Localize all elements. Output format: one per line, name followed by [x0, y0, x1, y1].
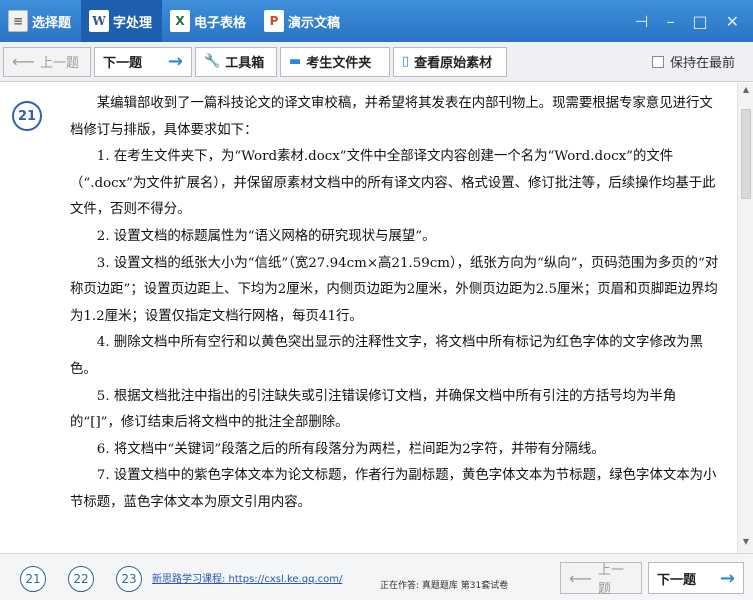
- word-icon: W: [89, 10, 110, 32]
- tab-label: 选择题: [32, 15, 72, 31]
- arrow-right-icon: →: [167, 51, 183, 72]
- maximize-icon[interactable]: □: [692, 12, 707, 31]
- title-bar: ≡ 选择题 W 字处理 X 电子表格 P 演示文稿 ⊣ – □ ✕: [0, 0, 753, 42]
- question-paragraph: 5. 根据文档批注中指出的引注缺失或引注错误修订文档，并确保文档中所有引注的方括…: [70, 388, 677, 431]
- tab-spreadsheet[interactable]: X 电子表格: [162, 0, 256, 42]
- wrench-icon: 🔧: [204, 54, 221, 69]
- folder-icon: ▬: [289, 54, 302, 69]
- arrow-left-icon: ⟵: [569, 568, 592, 588]
- arrow-left-icon: ⟵: [12, 52, 35, 71]
- question-content: 21 某编辑部收到了一篇科技论文的译文审校稿，并希望将其发表在内部刊物上。现需要…: [0, 83, 753, 553]
- question-paragraph: 2. 设置文档的标题属性为“语义网格的研究现状与展望”。: [96, 228, 436, 244]
- question-21-button[interactable]: 21: [20, 566, 46, 592]
- scroll-thumb[interactable]: [741, 109, 751, 199]
- examinee-folder-button[interactable]: ▬ 考生文件夹: [280, 46, 390, 77]
- button-label: 查看原始素材: [414, 56, 493, 71]
- keep-on-top-checkbox[interactable]: [651, 55, 664, 68]
- view-source-material-button[interactable]: ▯ 查看原始素材: [393, 46, 507, 77]
- previous-question-button[interactable]: ⟵ 上一题: [3, 46, 91, 77]
- question-23-button[interactable]: 23: [116, 566, 142, 592]
- toolbox-button[interactable]: 🔧 工具箱: [195, 46, 277, 77]
- question-paragraph: 某编辑部收到了一篇科技论文的译文审校稿，并希望将其发表在内部刊物上。现需要根据专…: [70, 96, 713, 138]
- question-paragraph: 4. 删除文档中所有空行和以黄色突出显示的注释性文字，将文档中所有标记为红色字体…: [70, 335, 704, 377]
- question-paragraph: 1. 在考生文件夹下，为“Word素材.docx”文件中全部译文内容创建一个名为…: [70, 149, 716, 218]
- question-paragraph: 3. 设置文档的纸张大小为“信纸”（宽27.94cm×高21.59cm），纸张方…: [70, 255, 719, 324]
- button-label: 上一题: [597, 563, 624, 597]
- scroll-up-icon[interactable]: ▲: [738, 85, 753, 99]
- question-paragraph: 7. 设置文档中的紫色字体文本为论文标题，作者行为副标题，黄色字体文本为节标题，…: [70, 468, 717, 510]
- tab-label: 演示文稿: [288, 15, 341, 31]
- question-paragraph: 6. 将文档中“关键词”段落之后的所有段落分为两栏，栏间距为2字符，并带有分隔线…: [96, 441, 605, 457]
- window-controls: ⊣ – □ ✕: [635, 12, 753, 31]
- tab-label: 字处理: [113, 15, 153, 31]
- page-icon: ▯: [402, 54, 410, 69]
- keep-on-top-option[interactable]: 保持在最前: [651, 52, 753, 71]
- scroll-down-icon[interactable]: ▼: [738, 537, 753, 551]
- question-22-button[interactable]: 22: [68, 566, 94, 592]
- button-label: 下一题: [657, 572, 697, 588]
- document-icon: ≡: [8, 10, 28, 32]
- button-label: 上一题: [39, 56, 79, 71]
- arrow-right-icon: →: [719, 567, 735, 589]
- tab-word-processing[interactable]: W 字处理: [81, 0, 163, 42]
- course-link[interactable]: 新思路学习课程: https://cxsl.ke.qq.com/: [152, 570, 342, 585]
- next-question-button[interactable]: 下一题 →: [94, 46, 192, 77]
- question-number-badge: 21: [12, 101, 42, 131]
- toolbar: ⟵ 上一题 下一题 → 🔧 工具箱 ▬ 考生文件夹 ▯ 查看原始素材 保持在最前: [0, 42, 753, 82]
- footer-previous-button[interactable]: ⟵ 上一题: [560, 562, 642, 597]
- button-label: 考生文件夹: [306, 56, 372, 71]
- vertical-scrollbar[interactable]: ▲ ▼: [737, 83, 753, 553]
- pin-icon[interactable]: ⊣: [635, 12, 649, 31]
- button-label: 下一题: [103, 56, 143, 71]
- minimize-icon[interactable]: –: [666, 12, 674, 31]
- checkbox-label: 保持在最前: [669, 56, 735, 71]
- question-text: 某编辑部收到了一篇科技论文的译文审校稿，并希望将其发表在内部刊物上。现需要根据专…: [70, 91, 720, 517]
- tab-label: 电子表格: [194, 15, 247, 31]
- footer-next-button[interactable]: 下一题 →: [648, 562, 744, 594]
- excel-icon: X: [170, 10, 191, 32]
- tab-multiple-choice[interactable]: ≡ 选择题: [0, 0, 81, 42]
- close-icon[interactable]: ✕: [726, 12, 739, 31]
- footer-bar: 21 22 23 新思路学习课程: https://cxsl.ke.qq.com…: [0, 553, 753, 600]
- button-label: 工具箱: [225, 56, 265, 71]
- status-note: 正在作答: 真题题库 第31套试卷: [380, 581, 509, 591]
- ppt-icon: P: [264, 10, 285, 32]
- tab-presentation[interactable]: P 演示文稿: [256, 0, 350, 42]
